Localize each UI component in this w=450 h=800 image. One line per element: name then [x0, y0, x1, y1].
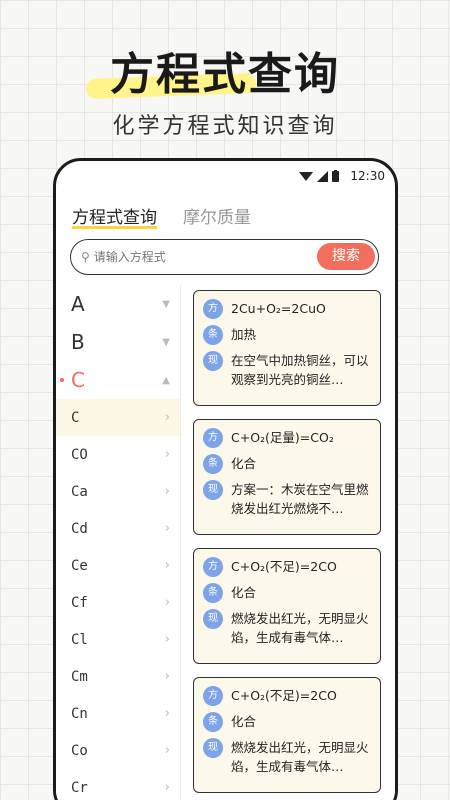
chevron-down-icon: ▼: [162, 336, 170, 348]
letter-group-b[interactable]: B ▼: [56, 323, 180, 361]
condition-text: 化合: [231, 585, 257, 600]
tab-equation-query[interactable]: 方程式查询: [72, 203, 157, 229]
equation-card[interactable]: 方 C+O₂(不足)=2CO 条化合 现燃烧发出红光，无明显火焰，生成有毒气体…: [193, 677, 381, 793]
equation-text: 2Cu+O₂=2CuO: [231, 301, 326, 316]
active-dot: [60, 378, 64, 382]
phenomenon-badge: 现: [203, 351, 223, 371]
element-label: CO: [71, 446, 88, 463]
sidebar-element-item[interactable]: C ›: [56, 399, 180, 436]
chevron-right-icon: ›: [164, 484, 170, 499]
equation-list: 方 2Cu+O₂=2CuO 条加热 现在空气中加热铜丝，可以观察到光亮的铜丝… 方…: [181, 285, 395, 800]
sidebar-element-item[interactable]: Ce ›: [56, 547, 180, 584]
sidebar-element-item[interactable]: Cf ›: [56, 584, 180, 621]
letter-label: A: [71, 292, 85, 316]
phenomenon-text: 方案一：木炭在空气里燃烧发出红光燃烧不…: [231, 482, 369, 516]
wifi-icon: [299, 171, 313, 181]
chevron-right-icon: ›: [164, 410, 170, 425]
phenomenon-text: 燃烧发出红光，无明显火焰，生成有毒气体…: [231, 740, 369, 774]
chevron-right-icon: ›: [164, 632, 170, 647]
condition-text: 加热: [231, 327, 257, 342]
search-bar: ⚲ 搜索: [70, 239, 379, 275]
chevron-right-icon: ›: [164, 521, 170, 536]
element-label: Cl: [71, 631, 88, 648]
chevron-right-icon: ›: [164, 595, 170, 610]
chevron-right-icon: ›: [164, 706, 170, 721]
element-label: C: [71, 409, 80, 426]
sidebar-element-item[interactable]: Cn ›: [56, 695, 180, 732]
chevron-right-icon: ›: [164, 669, 170, 684]
equation-text: C+O₂(不足)=2CO: [231, 559, 337, 574]
equation-badge: 方: [203, 557, 223, 577]
condition-text: 化合: [231, 714, 257, 729]
element-label: Cn: [71, 705, 88, 722]
chevron-right-icon: ›: [164, 743, 170, 758]
sidebar-element-item[interactable]: Cr ›: [56, 769, 180, 800]
search-icon: ⚲: [81, 250, 90, 264]
hero-title: 方程式查询: [110, 49, 340, 100]
battery-icon: [332, 170, 339, 182]
phenomenon-badge: 现: [203, 738, 223, 758]
content-area: A ▼ B ▼ C ▲ C › CO › Ca › Cd › Ce › Cf › Cl › C…: [56, 285, 395, 800]
letter-label: B: [71, 330, 85, 354]
search-input[interactable]: [93, 250, 294, 264]
hero-subtitle: 化学方程式知识查询: [112, 114, 338, 139]
phenomenon-text: 燃烧发出红光，无明显火焰，生成有毒气体…: [231, 611, 369, 645]
equation-text: C+O₂(不足)=2CO: [231, 688, 337, 703]
sidebar-element-item[interactable]: Cd ›: [56, 510, 180, 547]
equation-card[interactable]: 方 C+O₂(足量)=CO₂ 条化合 现方案一：木炭在空气里燃烧发出红光燃烧不…: [193, 419, 381, 535]
equation-card[interactable]: 方 C+O₂(不足)=2CO 条化合 现燃烧发出红光，无明显火焰，生成有毒气体…: [193, 548, 381, 664]
sidebar-element-item[interactable]: CO ›: [56, 436, 180, 473]
equation-badge: 方: [203, 428, 223, 448]
phenomenon-badge: 现: [203, 480, 223, 500]
letter-label: C: [71, 368, 85, 392]
sidebar-element-item[interactable]: Cm ›: [56, 658, 180, 695]
equation-badge: 方: [203, 299, 223, 319]
phone-frame: 12:30 方程式查询 摩尔质量 ⚲ 搜索 A ▼ B ▼ C ▲ C› CO›: [53, 158, 398, 800]
condition-badge: 条: [203, 325, 223, 345]
sidebar-element-item[interactable]: Co ›: [56, 732, 180, 769]
condition-badge: 条: [203, 454, 223, 474]
status-bar: 12:30: [56, 161, 395, 191]
letter-group-a[interactable]: A ▼: [56, 285, 180, 323]
tab-bar: 方程式查询 摩尔质量: [56, 191, 395, 239]
sidebar: A ▼ B ▼ C ▲ C › CO › Ca › Cd › Ce › Cf › Cl › C…: [56, 285, 181, 800]
sidebar-element-item[interactable]: Cl ›: [56, 621, 180, 658]
chevron-up-icon: ▲: [162, 374, 170, 386]
element-label: Cd: [71, 520, 88, 537]
element-label: Ca: [71, 483, 88, 500]
chevron-right-icon: ›: [164, 447, 170, 462]
chevron-right-icon: ›: [164, 558, 170, 573]
sidebar-element-item[interactable]: Ca ›: [56, 473, 180, 510]
equation-badge: 方: [203, 686, 223, 706]
element-label: Cr: [71, 779, 88, 796]
phenomenon-badge: 现: [203, 609, 223, 629]
element-label: Co: [71, 742, 88, 759]
tab-molar-mass[interactable]: 摩尔质量: [183, 203, 251, 239]
chevron-down-icon: ▼: [162, 298, 170, 310]
condition-badge: 条: [203, 583, 223, 603]
element-label: Cf: [71, 594, 88, 611]
status-time: 12:30: [350, 169, 385, 183]
signal-icon: [317, 170, 328, 182]
condition-text: 化合: [231, 456, 257, 471]
equation-text: C+O₂(足量)=CO₂: [231, 430, 334, 445]
phenomenon-text: 在空气中加热铜丝，可以观察到光亮的铜丝…: [231, 353, 369, 387]
chevron-right-icon: ›: [164, 780, 170, 795]
condition-badge: 条: [203, 712, 223, 732]
element-label: Cm: [71, 668, 88, 685]
search-button[interactable]: 搜索: [317, 243, 375, 270]
element-label: Ce: [71, 557, 88, 574]
equation-card[interactable]: 方 2Cu+O₂=2CuO 条加热 现在空气中加热铜丝，可以观察到光亮的铜丝…: [193, 290, 381, 406]
letter-group-c[interactable]: C ▲: [56, 361, 180, 399]
